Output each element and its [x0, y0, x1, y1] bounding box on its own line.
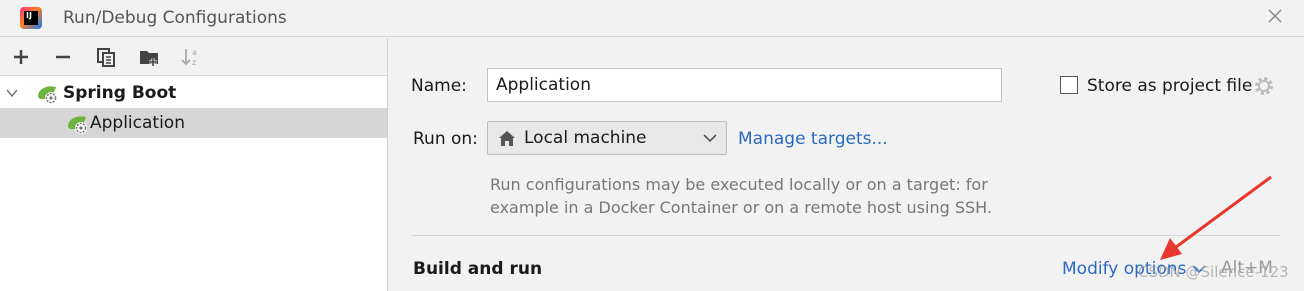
tree-item-label: Application — [90, 113, 185, 133]
configurations-panel: a z Spring Boot Application — [0, 38, 388, 291]
title-bar: IJ Run/Debug Configurations — [0, 0, 1304, 37]
name-input[interactable] — [487, 68, 1002, 102]
store-as-project-file-checkbox[interactable] — [1060, 76, 1078, 94]
configurations-toolbar: a z — [0, 38, 387, 76]
build-and-run-heading: Build and run — [413, 259, 543, 279]
spring-boot-icon — [68, 116, 87, 134]
chevron-down-icon[interactable] — [6, 87, 18, 99]
chevron-down-icon — [703, 134, 717, 143]
store-as-project-file-label: Store as project file — [1087, 76, 1253, 96]
svg-text:a: a — [192, 48, 197, 57]
run-on-help-text: Run configurations may be executed local… — [490, 175, 992, 217]
tree-group-label: Spring Boot — [63, 83, 177, 103]
copy-icon[interactable] — [95, 46, 117, 68]
section-separator — [412, 235, 1280, 236]
run-on-select[interactable]: Local machine — [487, 121, 727, 155]
intellij-logo-icon: IJ — [20, 7, 42, 29]
sort-alpha-icon[interactable]: a z — [180, 46, 202, 68]
close-icon[interactable] — [1266, 7, 1284, 25]
spring-boot-icon — [38, 86, 57, 104]
minus-icon[interactable] — [52, 46, 74, 68]
name-label: Name: — [411, 76, 467, 96]
run-on-value: Local machine — [524, 128, 647, 148]
window-title: Run/Debug Configurations — [63, 8, 287, 28]
manage-targets-link[interactable]: Manage targets... — [738, 129, 888, 149]
watermark: CSDN @Silence-123 — [1138, 263, 1289, 281]
tree-item-application[interactable]: Application — [0, 108, 387, 138]
new-folder-icon[interactable] — [138, 46, 160, 68]
gear-icon[interactable] — [1253, 75, 1275, 97]
tree-group-spring-boot[interactable]: Spring Boot — [0, 78, 387, 108]
plus-icon[interactable] — [10, 46, 32, 68]
svg-text:z: z — [192, 58, 196, 67]
run-on-label: Run on: — [413, 129, 478, 149]
home-icon — [499, 131, 515, 146]
